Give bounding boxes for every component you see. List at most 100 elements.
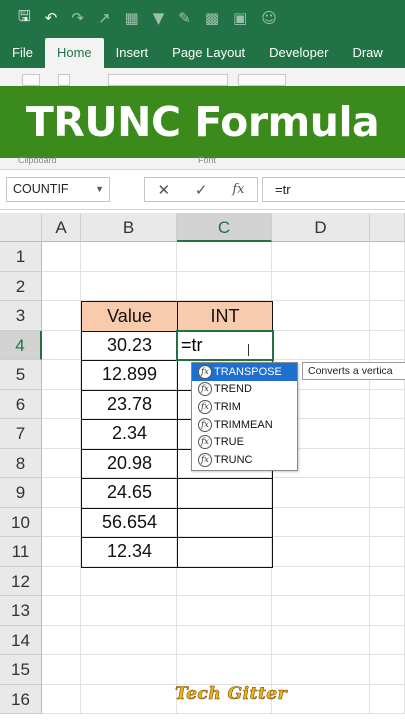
- autocomplete-item-transpose[interactable]: fx TRANSPOSE: [192, 363, 297, 381]
- cell[interactable]: [370, 684, 405, 714]
- font-size-field[interactable]: [238, 74, 286, 86]
- row-header-8[interactable]: 8: [0, 448, 42, 478]
- select-all-corner[interactable]: [0, 213, 42, 242]
- cell[interactable]: [42, 566, 81, 596]
- cell[interactable]: [42, 537, 81, 567]
- cell[interactable]: [370, 507, 405, 537]
- cell[interactable]: [42, 360, 81, 390]
- int-cell[interactable]: [177, 478, 273, 509]
- value-cell[interactable]: 56.654: [81, 507, 178, 538]
- cell[interactable]: [370, 389, 405, 419]
- cell[interactable]: [42, 271, 81, 301]
- cell[interactable]: [81, 566, 177, 596]
- cell[interactable]: [370, 419, 405, 449]
- cell[interactable]: [272, 478, 370, 508]
- autocomplete-item-trend[interactable]: fx TREND: [192, 381, 297, 399]
- column-header-e[interactable]: [370, 213, 405, 242]
- font-name-field[interactable]: [108, 74, 228, 86]
- cell[interactable]: [370, 625, 405, 655]
- cell[interactable]: [42, 655, 81, 685]
- row-header-9[interactable]: 9: [0, 478, 42, 508]
- redo-icon[interactable]: ↷: [71, 9, 84, 27]
- row-header-10[interactable]: 10: [0, 507, 42, 537]
- value-cell[interactable]: 2.34: [81, 419, 178, 450]
- cell[interactable]: [272, 596, 370, 626]
- cell[interactable]: [272, 625, 370, 655]
- cell[interactable]: [272, 507, 370, 537]
- column-header-c[interactable]: C: [177, 213, 272, 242]
- header-cell-int[interactable]: INT: [177, 301, 273, 332]
- cell[interactable]: [370, 301, 405, 331]
- row-header-3[interactable]: 3: [0, 301, 42, 331]
- cell[interactable]: [370, 655, 405, 685]
- cell[interactable]: [42, 330, 81, 360]
- tab-home[interactable]: Home: [44, 38, 104, 68]
- column-header-d[interactable]: D: [272, 213, 370, 242]
- cell[interactable]: [370, 566, 405, 596]
- row-header-2[interactable]: 2: [0, 271, 42, 301]
- cell[interactable]: [177, 655, 272, 685]
- cell[interactable]: [81, 242, 177, 272]
- paste-icon[interactable]: [22, 74, 40, 86]
- cell[interactable]: [81, 271, 177, 301]
- row-header-15[interactable]: 15: [0, 655, 42, 685]
- header-cell-value[interactable]: Value: [81, 301, 178, 332]
- cell[interactable]: [177, 625, 272, 655]
- formula-input[interactable]: =tr: [262, 177, 405, 202]
- autocomplete-item-trimmean[interactable]: fx TRIMMEAN: [192, 416, 297, 434]
- cell[interactable]: [370, 242, 405, 272]
- save-icon[interactable]: 🖫: [18, 6, 31, 31]
- tab-developer[interactable]: Developer: [257, 38, 340, 68]
- undo-icon[interactable]: ↶: [45, 9, 58, 27]
- picture-icon[interactable]: ▣: [233, 9, 247, 27]
- cell[interactable]: [370, 271, 405, 301]
- row-header-16[interactable]: 16: [0, 684, 42, 714]
- active-cell-c4[interactable]: =tr: [176, 329, 274, 361]
- cell[interactable]: [272, 655, 370, 685]
- cell[interactable]: [272, 330, 370, 360]
- cut-icon[interactable]: [58, 74, 70, 86]
- cell[interactable]: [42, 242, 81, 272]
- cell[interactable]: [42, 684, 81, 714]
- chart-icon[interactable]: ↗: [98, 9, 111, 27]
- int-cell[interactable]: [177, 507, 273, 538]
- row-header-11[interactable]: 11: [0, 537, 42, 567]
- value-cell[interactable]: 20.98: [81, 448, 178, 479]
- cell[interactable]: [42, 301, 81, 331]
- cell[interactable]: [370, 478, 405, 508]
- tab-page-layout[interactable]: Page Layout: [160, 38, 257, 68]
- cell[interactable]: [370, 330, 405, 360]
- row-header-14[interactable]: 14: [0, 625, 42, 655]
- tab-draw[interactable]: Draw: [340, 38, 394, 68]
- row-header-13[interactable]: 13: [0, 596, 42, 626]
- row-header-4[interactable]: 4: [0, 330, 42, 360]
- int-cell[interactable]: [177, 537, 273, 568]
- column-header-b[interactable]: B: [81, 213, 177, 242]
- value-cell[interactable]: 23.78: [81, 389, 178, 420]
- table-icon[interactable]: ▦: [125, 9, 139, 27]
- cell[interactable]: [42, 596, 81, 626]
- value-cell[interactable]: 12.899: [81, 360, 178, 391]
- cell[interactable]: [81, 684, 177, 714]
- filter-icon[interactable]: ▼: [153, 9, 165, 27]
- cell[interactable]: [81, 596, 177, 626]
- cell[interactable]: [272, 537, 370, 567]
- value-cell[interactable]: 24.65: [81, 478, 178, 509]
- cell[interactable]: [81, 625, 177, 655]
- row-header-5[interactable]: 5: [0, 360, 42, 390]
- sheet-icon[interactable]: ▩: [205, 9, 219, 27]
- value-cell[interactable]: 30.23: [81, 330, 178, 361]
- row-header-12[interactable]: 12: [0, 566, 42, 596]
- cell[interactable]: [42, 478, 81, 508]
- cell[interactable]: [42, 507, 81, 537]
- row-header-6[interactable]: 6: [0, 389, 42, 419]
- row-header-7[interactable]: 7: [0, 419, 42, 449]
- cell[interactable]: [370, 448, 405, 478]
- tab-file[interactable]: File: [0, 38, 45, 68]
- cell[interactable]: [177, 271, 272, 301]
- cell[interactable]: [272, 271, 370, 301]
- cell[interactable]: [177, 596, 272, 626]
- value-cell[interactable]: 12.34: [81, 537, 178, 568]
- cancel-icon[interactable]: ✕: [157, 181, 170, 199]
- autocomplete-item-trim[interactable]: fx TRIM: [192, 398, 297, 416]
